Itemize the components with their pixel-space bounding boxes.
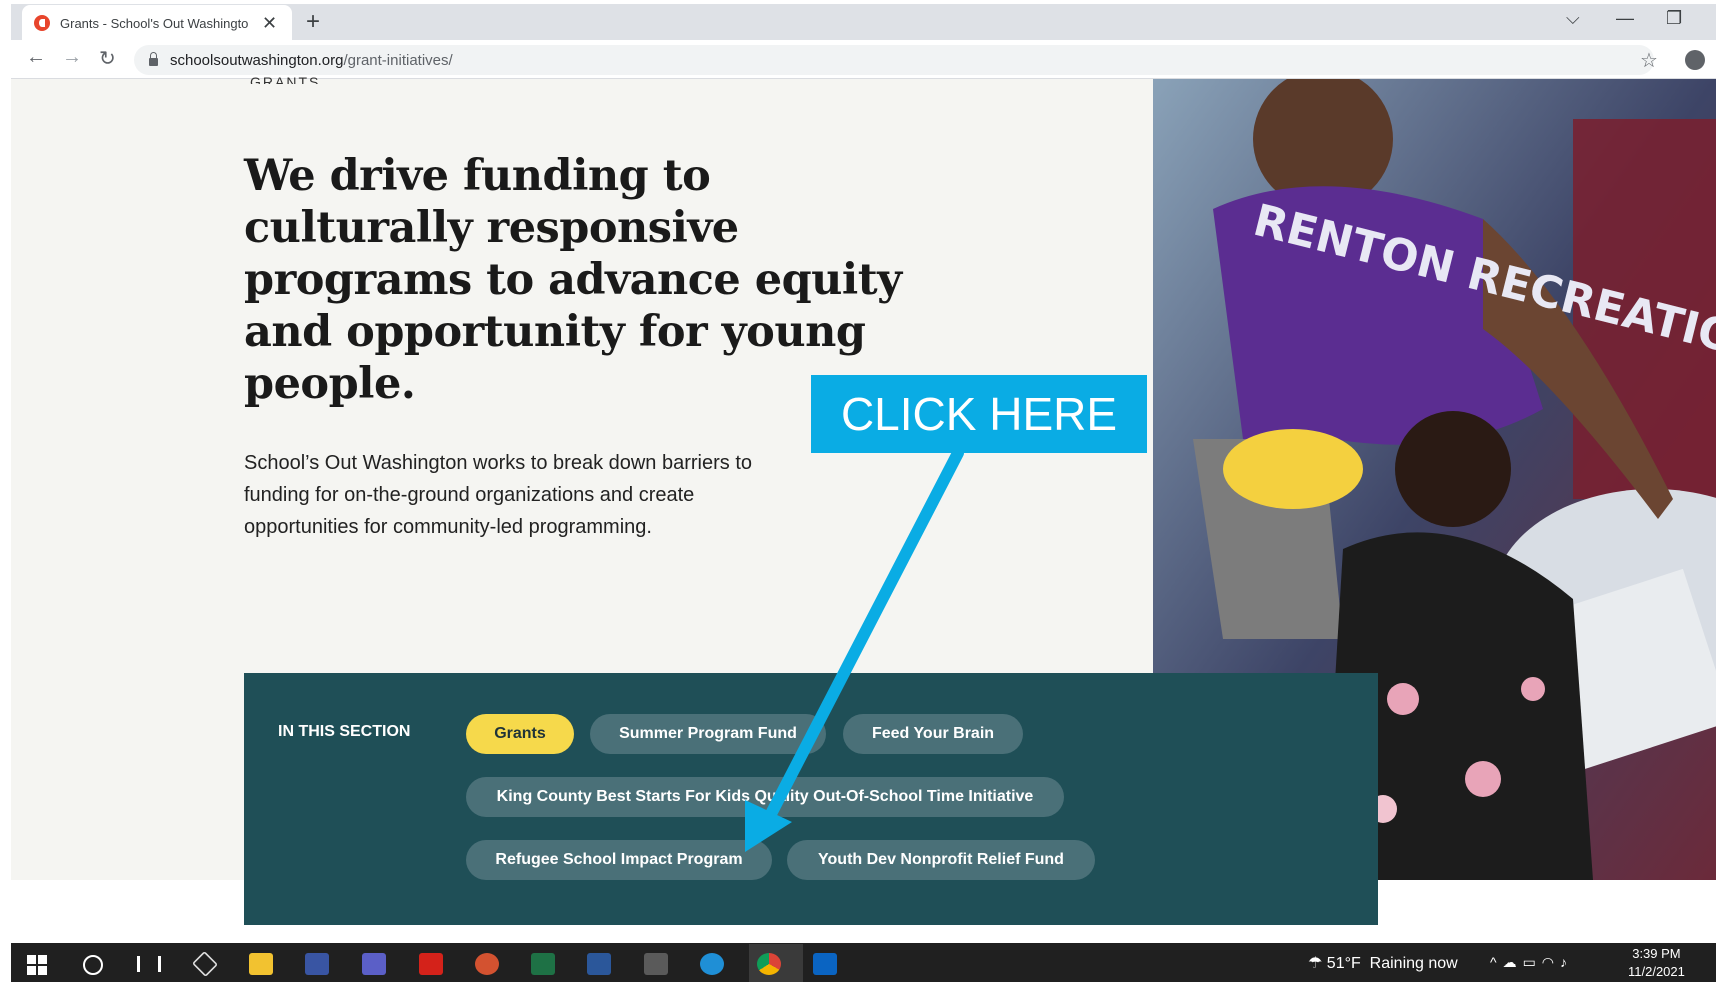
browser-tab[interactable]: Grants - School's Out Washingto ✕ [22, 5, 292, 41]
section-label: IN THIS SECTION [278, 723, 411, 740]
task-view-icon[interactable] [137, 956, 161, 972]
profile-avatar-icon[interactable] [1685, 50, 1705, 70]
acrobat-icon[interactable] [419, 953, 443, 975]
clock-time: 3:39 PM [1632, 946, 1681, 961]
tab-close-icon[interactable]: ✕ [262, 13, 277, 34]
restore-button[interactable]: ❐ [1666, 8, 1682, 29]
minimize-button[interactable]: — [1616, 8, 1634, 29]
click-here-callout: CLICK HERE [811, 375, 1147, 453]
reload-button[interactable]: ↻ [99, 46, 116, 71]
pill-feed-your-brain[interactable]: Feed Your Brain [843, 714, 1023, 754]
taskbar-clock[interactable]: 3:39 PM 11/2/2021 [1628, 945, 1685, 981]
intro-paragraph: School’s Out Washington works to break d… [244, 452, 753, 538]
breadcrumb: GRANTS [250, 74, 321, 84]
lock-icon [149, 52, 158, 66]
app-l-icon[interactable] [644, 953, 668, 975]
forward-button[interactable]: → [62, 46, 82, 69]
excel-icon[interactable] [531, 953, 555, 975]
address-bar[interactable]: schoolsoutwashington.org/grant-initiativ… [134, 45, 1654, 75]
umbrella-icon: ☂ [1308, 955, 1327, 972]
teams-icon[interactable] [362, 953, 386, 975]
url-host: schoolsoutwashington.org [170, 51, 344, 69]
file-explorer-icon[interactable] [249, 953, 273, 975]
pill-refugee-school-impact[interactable]: Refugee School Impact Program [466, 840, 772, 880]
start-icon[interactable] [27, 955, 47, 975]
back-button[interactable]: ← [26, 46, 46, 69]
pill-best-starts-for-kids[interactable]: King County Best Starts For Kids Quality… [466, 777, 1064, 817]
visio-icon[interactable] [305, 953, 329, 975]
word-icon[interactable] [587, 953, 611, 975]
weather-text: Raining now [1369, 955, 1458, 972]
clock-date: 11/2/2021 [1628, 964, 1685, 979]
tab-title: Grants - School's Out Washingto [60, 15, 249, 31]
search-icon[interactable] [83, 955, 103, 975]
pill-summer-program-fund[interactable]: Summer Program Fund [590, 714, 826, 754]
system-tray[interactable]: ^☁▭◠♪ [1490, 954, 1573, 971]
edge-icon[interactable] [700, 953, 724, 975]
new-tab-button[interactable]: + [306, 8, 320, 36]
bookmark-star-icon[interactable]: ☆ [1640, 48, 1658, 73]
tab-search-icon[interactable]: ⌵ [1566, 8, 1580, 29]
pill-grants[interactable]: Grants [466, 714, 574, 754]
chrome-icon[interactable] [757, 953, 781, 975]
weather-widget[interactable]: ☂ 51°F Raining now [1308, 953, 1458, 973]
weather-temp: 51°F [1326, 955, 1361, 972]
powerpoint-icon[interactable] [475, 953, 499, 975]
outlook-icon[interactable] [813, 953, 837, 975]
site-favicon-icon [34, 15, 50, 31]
url-path: /grant-initiatives/ [343, 51, 453, 69]
page-headline: We drive funding to culturally responsiv… [244, 151, 902, 409]
pill-youth-dev-relief-fund[interactable]: Youth Dev Nonprofit Relief Fund [787, 840, 1095, 880]
